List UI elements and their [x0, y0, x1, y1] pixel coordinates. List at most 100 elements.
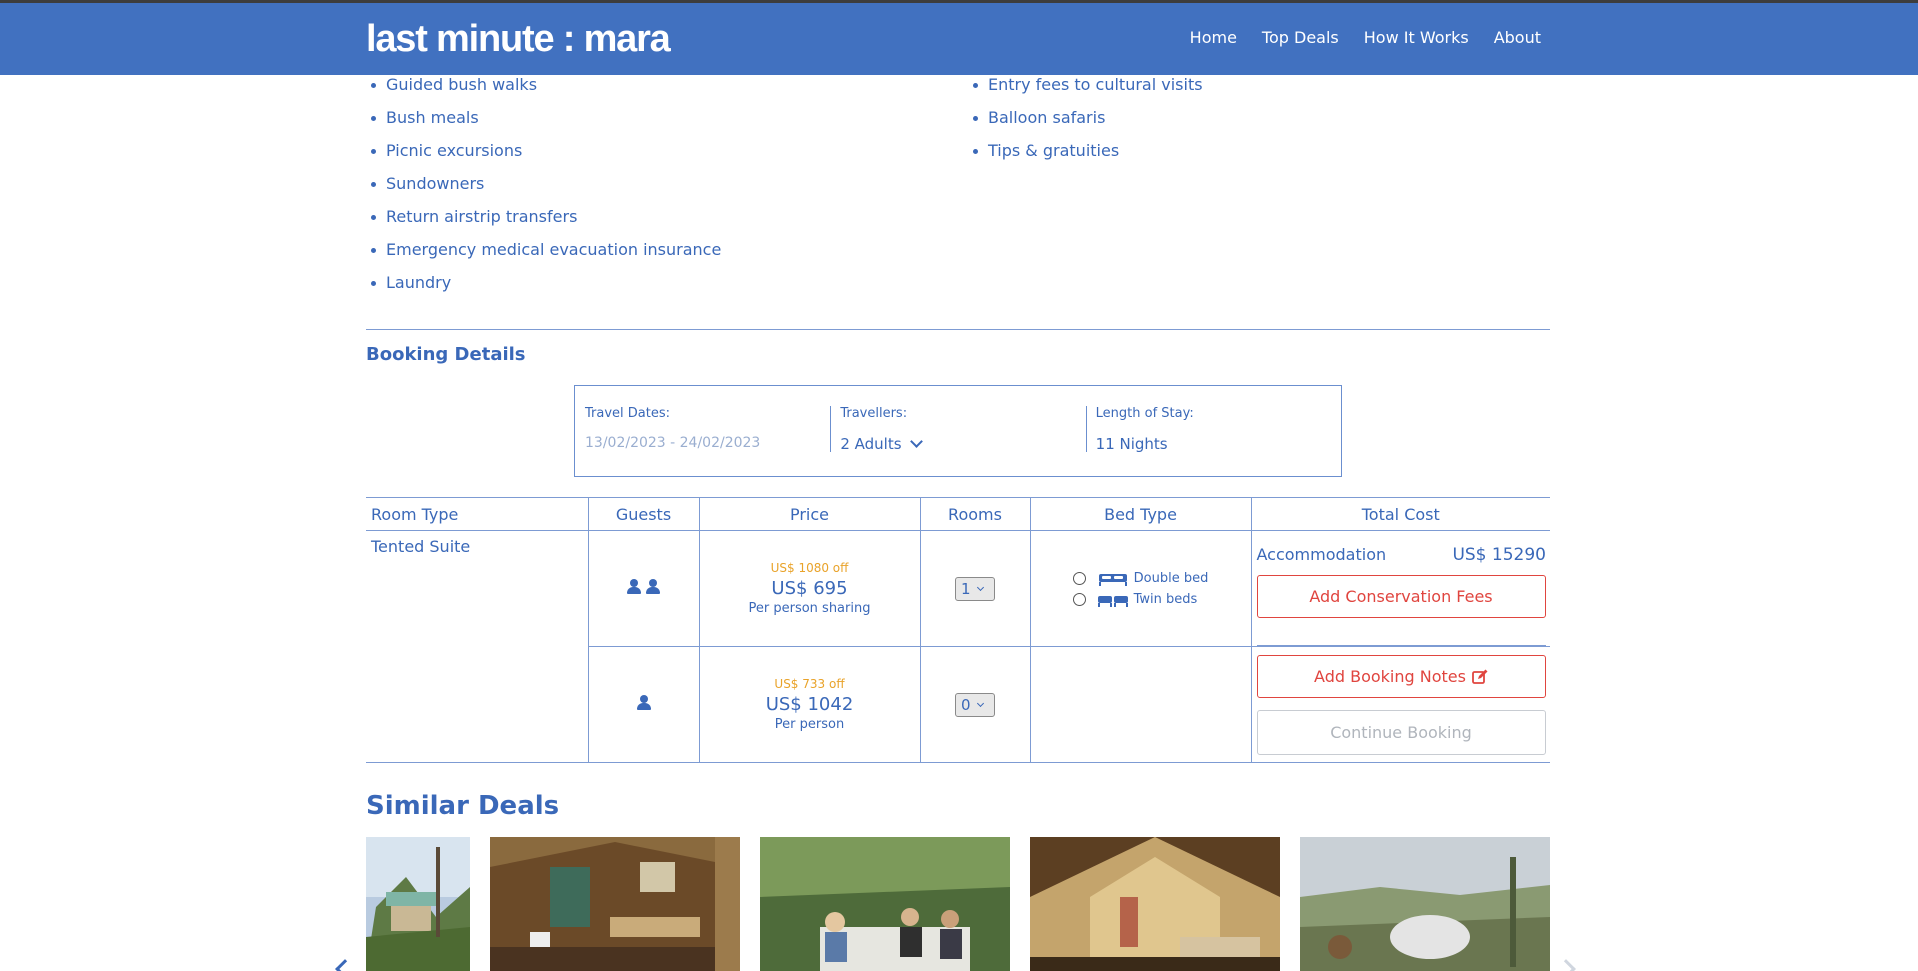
continue-booking-button[interactable]: Continue Booking: [1256, 710, 1546, 755]
add-conservation-fees-button[interactable]: Add Conservation Fees: [1256, 575, 1546, 618]
total-cost-cell: Accommodation US$ 15290 Add Conservation…: [1250, 530, 1550, 647]
add-booking-notes-button[interactable]: Add Booking Notes: [1256, 655, 1546, 698]
nav-about[interactable]: About: [1494, 28, 1541, 47]
travellers-label: Travellers:: [840, 406, 908, 421]
travel-dates-field[interactable]: Travel Dates: 13/02/2023 - 24/02/2023: [575, 386, 830, 476]
travellers-field[interactable]: Travellers: 2 Adults: [830, 386, 1085, 476]
button-label: Add Booking Notes: [1314, 667, 1466, 686]
person-icon: [645, 579, 661, 594]
header-total-cost: Total Cost: [1250, 497, 1550, 531]
person-icon: [636, 695, 652, 710]
header-price: Price: [698, 497, 920, 531]
chevron-down-icon: [976, 583, 984, 591]
inclusion-item: Return airstrip transfers: [371, 207, 721, 240]
discount-label: US$ 1080 off: [770, 561, 849, 575]
price-note: Per person: [774, 717, 845, 732]
rooms-select-value: 0: [961, 695, 971, 714]
guests-cell: [587, 646, 699, 763]
inclusion-item: Guided bush walks: [371, 75, 721, 108]
bed-option-twin[interactable]: Twin beds: [1072, 592, 1209, 607]
deal-photo: [1030, 837, 1280, 971]
inclusion-item: Emergency medical evacuation insurance: [371, 240, 721, 273]
similar-deals-title: Similar Deals: [366, 791, 560, 821]
room-type-name: Tented Suite: [371, 537, 471, 556]
rooms-select[interactable]: 1: [955, 576, 995, 601]
rooms-select[interactable]: 0: [955, 692, 995, 717]
bed-option-label: Double bed: [1133, 571, 1209, 586]
similar-deal-thumbnail[interactable]: [1300, 837, 1550, 971]
bed-type-cell: Double bed Twin beds: [1029, 530, 1251, 647]
carousel-next-arrow-icon[interactable]: [1556, 959, 1576, 971]
deal-photo: [490, 837, 740, 971]
inclusion-item: Bush meals: [371, 108, 721, 141]
nav-top-deals[interactable]: Top Deals: [1262, 28, 1339, 47]
room-type-cell: Tented Suite: [366, 530, 588, 763]
table-row: Tented Suite US$ 1080 off US$ 695 Per pe…: [366, 530, 1550, 763]
price-cell: US$ 1080 off US$ 695 Per person sharing: [698, 530, 920, 647]
length-of-stay-label: Length of Stay:: [1095, 406, 1194, 421]
bed-option-label: Twin beds: [1133, 592, 1198, 607]
length-of-stay-field: Length of Stay: 11 Nights: [1085, 386, 1341, 476]
price-value: US$ 1042: [765, 694, 854, 715]
chevron-down-icon: [909, 435, 923, 448]
carousel-prev-arrow-icon[interactable]: [335, 959, 355, 971]
header-guests: Guests: [587, 497, 699, 531]
booking-search-box: Travel Dates: 13/02/2023 - 24/02/2023 Tr…: [574, 385, 1342, 477]
header-bed-type: Bed Type: [1029, 497, 1251, 531]
price-cell: US$ 733 off US$ 1042 Per person: [698, 646, 920, 763]
accommodation-value: US$ 15290: [1452, 545, 1546, 565]
price-value: US$ 695: [771, 578, 848, 599]
section-divider: [366, 329, 1550, 330]
similar-deal-thumbnail[interactable]: [490, 837, 740, 971]
bed-type-options: Double bed Twin beds: [1072, 571, 1209, 607]
rooms-cell: 1: [919, 530, 1030, 647]
total-actions-cell: Add Booking Notes Continue Booking: [1250, 646, 1550, 763]
travel-dates-value[interactable]: 13/02/2023 - 24/02/2023: [585, 435, 830, 451]
table-header-row: Room Type Guests Price Rooms Bed Type To…: [366, 497, 1550, 531]
button-label: Add Conservation Fees: [1309, 587, 1493, 606]
travellers-dropdown[interactable]: 2 Adults: [840, 435, 1085, 453]
inclusion-item: Entry fees to cultural visits: [973, 75, 1203, 108]
guests-cell: [587, 530, 699, 647]
length-of-stay-value: 11 Nights: [1095, 435, 1168, 453]
one-guest-icon: [636, 695, 652, 710]
twin-beds-icon: [1097, 595, 1128, 607]
deal-photo: [366, 837, 470, 971]
rooms-select-value: 1: [961, 579, 971, 598]
bed-option-double[interactable]: Double bed: [1072, 571, 1209, 586]
nav-home[interactable]: Home: [1190, 28, 1237, 47]
edit-icon: [1472, 669, 1488, 684]
bed-icon: [1098, 573, 1127, 586]
inclusion-item: Tips & gratuities: [973, 141, 1203, 174]
navbar: last minute : mara Home Top Deals How It…: [0, 3, 1918, 75]
room-table: Room Type Guests Price Rooms Bed Type To…: [366, 497, 1550, 763]
inclusion-item: Balloon safaris: [973, 108, 1203, 141]
radio-button[interactable]: [1072, 572, 1086, 585]
deal-photo: [760, 837, 1010, 971]
similar-deal-thumbnail[interactable]: [1030, 837, 1280, 971]
header-rooms: Rooms: [919, 497, 1030, 531]
bed-type-cell: [1029, 646, 1251, 763]
similar-deal-thumbnail[interactable]: [366, 837, 470, 971]
person-icon: [626, 579, 642, 594]
similar-deal-thumbnail[interactable]: [760, 837, 1010, 971]
header-room-type: Room Type: [366, 497, 588, 531]
two-guests-icon: [626, 579, 661, 594]
chevron-down-icon: [976, 699, 984, 707]
deal-photo: [1300, 837, 1550, 971]
brand-logo[interactable]: last minute : mara: [366, 19, 671, 59]
inclusion-item: Laundry: [371, 273, 721, 306]
inclusion-item: Picnic excursions: [371, 141, 721, 174]
main-nav: Home Top Deals How It Works About: [1190, 28, 1541, 47]
nav-how-it-works[interactable]: How It Works: [1364, 28, 1469, 47]
inclusions-list-left: Guided bush walks Bush meals Picnic excu…: [371, 75, 721, 306]
inclusion-item: Sundowners: [371, 174, 721, 207]
travellers-value: 2 Adults: [840, 435, 902, 453]
rooms-cell: 0: [919, 646, 1030, 763]
inclusions-list-right: Entry fees to cultural visits Balloon sa…: [973, 75, 1203, 174]
accommodation-row: Accommodation US$ 15290: [1257, 545, 1547, 575]
price-note: Per person sharing: [748, 601, 871, 616]
accommodation-label: Accommodation: [1256, 545, 1387, 564]
discount-label: US$ 733 off: [774, 677, 845, 691]
radio-button[interactable]: [1072, 593, 1086, 606]
